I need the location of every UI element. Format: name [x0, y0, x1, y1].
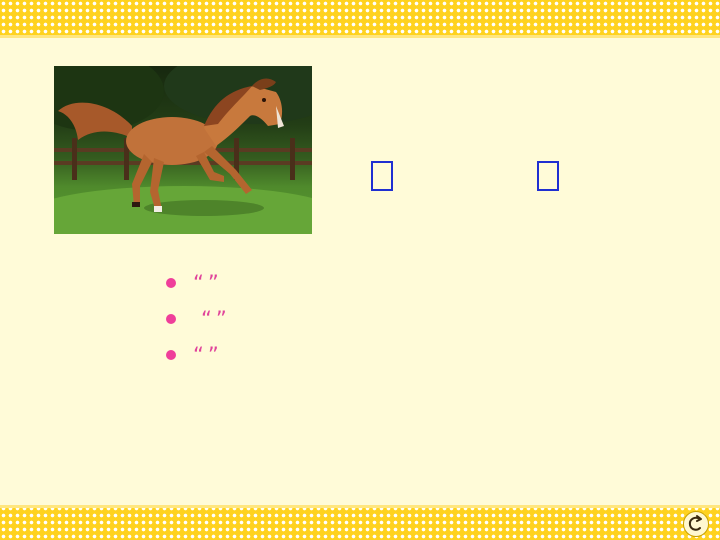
list-item: “”	[160, 268, 620, 298]
quote-open: “	[201, 307, 216, 331]
quote-open: “	[193, 271, 208, 295]
return-arrow-icon	[688, 515, 702, 531]
return-button[interactable]	[683, 511, 709, 537]
horse-photo	[54, 66, 312, 234]
quote-close: ”	[215, 307, 231, 331]
list-item: “”	[160, 340, 620, 370]
title-glyph-1	[371, 161, 393, 191]
top-dotted-band	[0, 0, 720, 38]
quote-open: “	[193, 343, 208, 367]
bullet-text: “”	[193, 307, 231, 331]
bullet-text: “”	[193, 271, 223, 295]
list-item: “”	[160, 304, 620, 334]
quote-close: ”	[207, 343, 223, 367]
bullet-dot-icon	[166, 314, 176, 324]
horse-illustration	[54, 66, 312, 234]
bullet-dot-icon	[166, 350, 176, 360]
title-glyph-2	[537, 161, 559, 191]
definition-list: “” “” “”	[160, 268, 620, 370]
bullet-dot-icon	[166, 278, 176, 288]
bottom-dotted-band	[0, 505, 720, 540]
bullet-text: “”	[193, 343, 223, 367]
quote-close: ”	[207, 271, 223, 295]
